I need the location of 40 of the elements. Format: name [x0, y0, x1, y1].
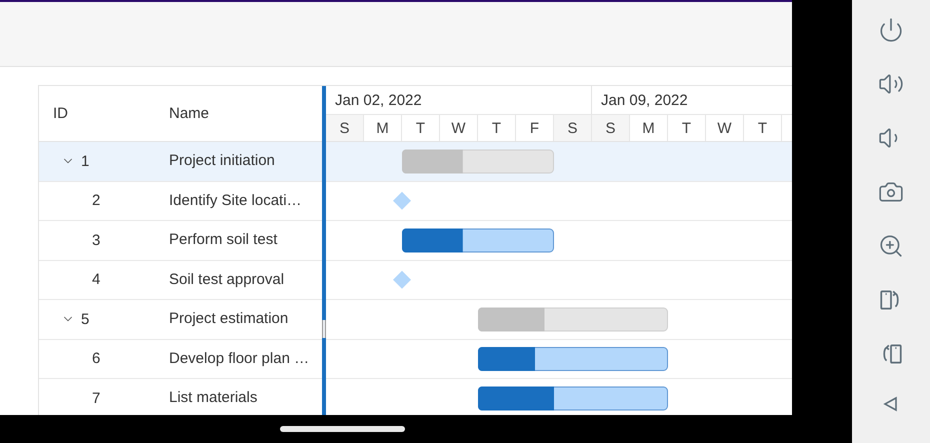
id-cell: 6: [92, 350, 100, 368]
name-cell: Perform soil test: [169, 231, 278, 248]
id-cell: 1: [81, 152, 90, 170]
day-header: S: [326, 114, 364, 141]
name-cell: Project estimation: [169, 310, 288, 328]
day-header: F: [516, 114, 554, 141]
column-header: Name: [169, 104, 210, 122]
splitter[interactable]: [322, 86, 326, 415]
task-bar[interactable]: [478, 386, 668, 410]
name-cell: Project initiation: [169, 152, 275, 170]
name-cell: List materials: [169, 389, 258, 406]
day-header: S: [592, 114, 630, 141]
resize-handle-icon[interactable]: [322, 320, 326, 338]
id-cell: 4: [92, 271, 100, 288]
day-header: W: [706, 114, 744, 141]
id-cell: 2: [92, 192, 100, 210]
day-header: T: [478, 114, 516, 141]
zoom-in-icon[interactable]: [878, 233, 904, 259]
power-icon[interactable]: [878, 17, 904, 43]
name-cell: Identify Site locati…: [169, 192, 302, 209]
task-row[interactable]: 1 Project initiation: [39, 142, 322, 182]
day-header: T: [402, 114, 440, 141]
name-cell: Soil test approval: [169, 270, 284, 288]
day-header: S: [554, 114, 592, 141]
name-cell: Develop floor plan …: [169, 350, 310, 367]
id-cell: 7: [92, 390, 100, 407]
day-header: M: [630, 114, 668, 141]
day-header: T: [744, 114, 782, 141]
day-header: W: [440, 114, 478, 141]
id-cell: 3: [92, 232, 100, 249]
task-row[interactable]: 6 Develop floor plan …: [39, 340, 322, 379]
task-bar[interactable]: [402, 228, 554, 252]
day-header: T: [668, 114, 706, 141]
task-bar[interactable]: [478, 347, 668, 371]
task-row[interactable]: 2 Identify Site locati…: [39, 182, 322, 221]
task-row[interactable]: 4 Soil test approval: [39, 260, 322, 300]
day-header: M: [364, 114, 402, 141]
column-header: ID: [53, 104, 68, 122]
back-icon[interactable]: [882, 395, 900, 413]
id-cell: 5: [81, 310, 90, 328]
